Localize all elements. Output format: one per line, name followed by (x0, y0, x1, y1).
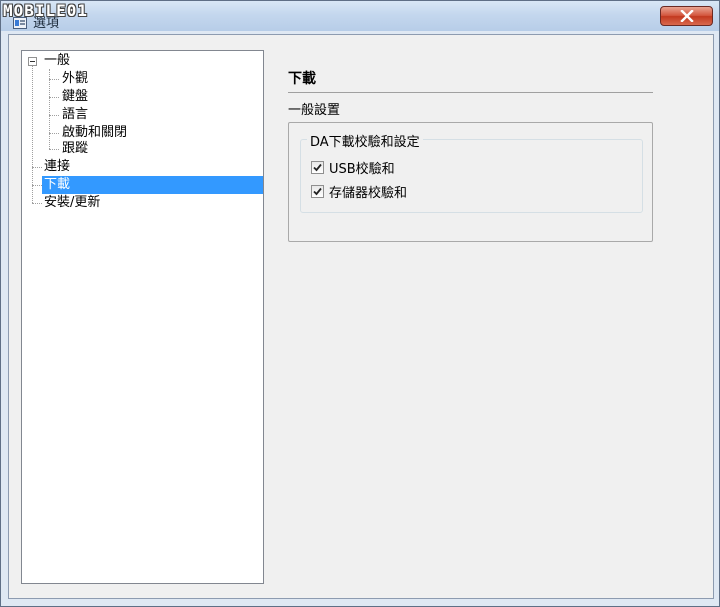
options-window: 選項 MOBILE01 一般 外觀 鍵盤 語言 啟動和關閉 跟蹤 連接 下載 安… (0, 0, 720, 607)
checkmark-icon (313, 163, 322, 171)
tree-connector (32, 203, 42, 204)
close-x-icon (680, 10, 694, 22)
usb-checksum-option[interactable]: USB校驗和 (311, 158, 395, 177)
tree-connector (49, 115, 59, 116)
usb-checksum-label: USB校驗和 (329, 161, 395, 177)
title-divider (288, 92, 653, 93)
tree-connector (49, 97, 59, 98)
tree-item-connection[interactable]: 連接 (42, 158, 72, 176)
tree-connector (49, 133, 59, 134)
tree-item-label: 語言 (62, 107, 89, 122)
category-tree[interactable]: 一般 外觀 鍵盤 語言 啟動和關閉 跟蹤 連接 下載 安裝/更新 (21, 50, 264, 584)
watermark-text: MOBILE01 (3, 1, 89, 20)
tree-item-label: 外觀 (62, 71, 89, 86)
tree-connector (49, 79, 59, 80)
checkmark-icon (313, 187, 322, 195)
tree-item-label: 啟動和關閉 (62, 125, 128, 140)
tree-item-trace[interactable]: 跟蹤 (60, 140, 90, 158)
tree-item-install-update[interactable]: 安裝/更新 (42, 194, 102, 212)
tree-item-label: 連接 (44, 159, 71, 174)
title-bar[interactable]: 選項 MOBILE01 (1, 1, 719, 31)
tree-connector (32, 66, 33, 203)
tree-connector (49, 149, 59, 150)
tree-item-language[interactable]: 語言 (60, 106, 90, 124)
tree-item-download[interactable]: 下載 (42, 176, 263, 194)
tree-connector (49, 69, 50, 149)
tree-item-general[interactable]: 一般 (42, 52, 72, 70)
tree-item-label: 跟蹤 (62, 141, 89, 156)
tree-item-label: 一般 (44, 53, 71, 68)
tree-item-keyboard[interactable]: 鍵盤 (60, 88, 90, 106)
dialog-body: 一般 外觀 鍵盤 語言 啟動和關閉 跟蹤 連接 下載 安裝/更新 下載 一般設置… (8, 34, 714, 599)
tree-item-label: 鍵盤 (62, 89, 89, 104)
usb-checksum-checkbox[interactable] (311, 160, 324, 174)
panel-title: 下載 (288, 71, 316, 87)
memory-checksum-label: 存儲器校驗和 (329, 185, 408, 201)
tree-connector (32, 167, 42, 168)
memory-checksum-checkbox[interactable] (311, 184, 324, 198)
collapse-toggle-icon[interactable] (28, 57, 37, 66)
group-legend: DA下載校驗和設定 (307, 131, 423, 150)
tree-item-label: 安裝/更新 (44, 195, 101, 210)
section-label: 一般設置 (288, 103, 341, 118)
watermark-logo: MOBILE01 (3, 1, 88, 21)
close-button[interactable] (660, 6, 713, 26)
memory-checksum-option[interactable]: 存儲器校驗和 (311, 182, 408, 201)
tree-connector (32, 185, 42, 186)
tree-item-label: 下載 (44, 177, 71, 192)
tree-item-appearance[interactable]: 外觀 (60, 70, 90, 88)
